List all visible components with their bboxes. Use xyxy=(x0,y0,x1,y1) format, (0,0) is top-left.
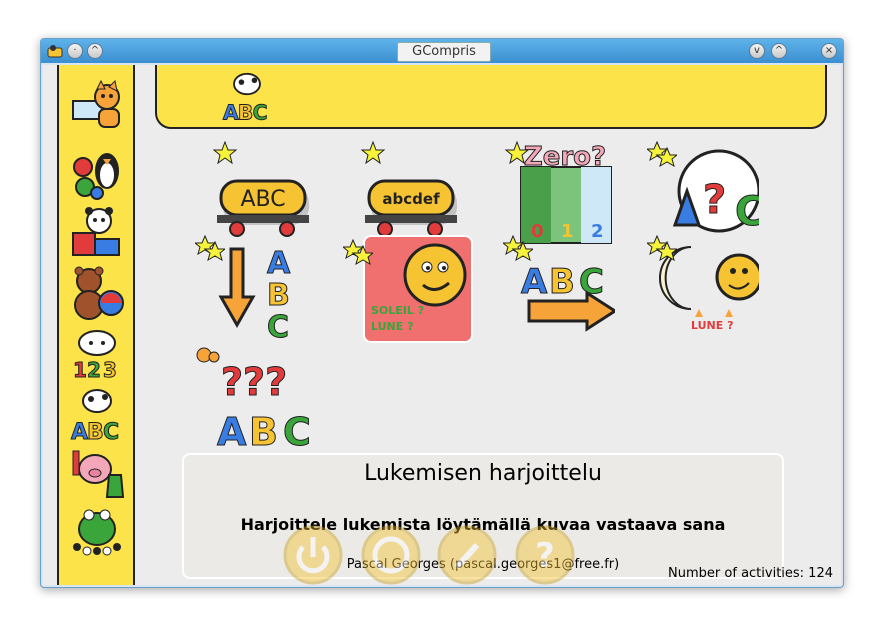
star-icon xyxy=(343,239,373,265)
zero-title-text: Zero? xyxy=(524,142,606,172)
star-icon xyxy=(503,235,533,261)
svg-text:B: B xyxy=(249,410,278,453)
panda-puzzle-icon[interactable] xyxy=(69,205,125,261)
activity-abc-wagon[interactable]: ABC xyxy=(213,141,325,249)
svg-text:A: A xyxy=(267,246,291,281)
soleil-lune-text: SOLEIL ? LUNE ? xyxy=(371,304,425,333)
frog-board-icon[interactable] xyxy=(69,503,125,559)
titlebar: · ^ GCompris v ^ × xyxy=(41,39,843,63)
svg-text:A: A xyxy=(521,262,548,302)
activity-question-abc[interactable]: ??? A B C xyxy=(195,341,311,453)
bear-ball-icon[interactable] xyxy=(69,265,125,321)
svg-text:?: ? xyxy=(535,536,555,576)
abc-wagon-text: ABC xyxy=(240,187,285,212)
gcompris-about-icon[interactable] xyxy=(361,525,421,585)
svg-text:1: 1 xyxy=(73,358,87,382)
svg-text:C: C xyxy=(267,310,289,345)
cow-abc-icon[interactable]: A B C xyxy=(69,387,125,443)
star-icon xyxy=(505,141,530,165)
category-header: A B C xyxy=(155,65,827,129)
star-icon xyxy=(195,235,225,261)
activity-soleil-lune-selected[interactable]: SOLEIL ? LUNE ? xyxy=(343,235,473,343)
star-icon xyxy=(647,141,677,167)
star-icon xyxy=(361,141,386,165)
svg-text:B: B xyxy=(267,278,290,313)
penguin-gears-icon[interactable] xyxy=(69,145,125,201)
pig-flask-icon[interactable] xyxy=(69,445,125,501)
activity-falling-letters[interactable]: A B C xyxy=(195,235,307,346)
wrench-config-icon[interactable] xyxy=(437,525,497,585)
svg-text:3: 3 xyxy=(103,358,117,382)
control-bar: ? xyxy=(283,525,613,585)
window-shade-button[interactable]: ^ xyxy=(87,43,103,59)
activity-count: Number of activities: 124 xyxy=(668,566,833,581)
gcompris-app-icon xyxy=(47,45,63,58)
star-icon xyxy=(647,235,677,261)
svg-text:A: A xyxy=(223,100,239,124)
help-question-icon[interactable]: ? xyxy=(515,525,575,585)
cow-abc-icon: A B C xyxy=(222,72,268,125)
svg-text:B: B xyxy=(87,420,104,443)
svg-text:C: C xyxy=(735,189,759,235)
activity-abcdef-wagon[interactable]: abcdef xyxy=(361,141,473,249)
abcdef-wagon-text: abcdef xyxy=(382,190,440,208)
category-sidebar: 1 2 3 A B C xyxy=(57,65,135,585)
cat-with-keyboard-icon[interactable] xyxy=(69,79,125,135)
lune-text: LUNE ? xyxy=(691,319,734,332)
activity-moon-sun[interactable]: LUNE ? xyxy=(647,235,759,343)
svg-text:C: C xyxy=(103,420,119,443)
svg-text:B: B xyxy=(238,100,254,124)
activity-title: Lukemisen harjoittelu xyxy=(364,461,602,486)
maximize-button[interactable]: ^ xyxy=(771,43,787,59)
window-menu-button[interactable]: · xyxy=(67,43,83,59)
svg-text:C: C xyxy=(253,100,268,124)
power-icon[interactable] xyxy=(283,525,343,585)
activity-zero-counting[interactable]: Zero? 0 1 2 xyxy=(505,137,617,245)
window-title: GCompris xyxy=(397,42,491,62)
svg-text:A: A xyxy=(71,420,88,443)
svg-text:2: 2 xyxy=(87,358,101,382)
close-button[interactable]: × xyxy=(821,43,837,59)
sheep-123-icon[interactable]: 1 2 3 xyxy=(69,327,125,383)
activity-abc-arrow[interactable]: A B C xyxy=(503,235,615,343)
gear-icon xyxy=(196,347,220,363)
minimize-button[interactable]: v xyxy=(749,43,765,59)
svg-text:C: C xyxy=(283,410,311,453)
activity-missing-letter[interactable]: ? C xyxy=(647,141,759,249)
svg-text:A: A xyxy=(217,410,247,453)
star-icon xyxy=(213,141,238,165)
svg-text:?: ? xyxy=(703,177,726,223)
svg-text:B: B xyxy=(549,262,575,302)
question-text: ??? xyxy=(221,360,287,404)
gcompris-window: · ^ GCompris v ^ × 1 2 3 A B C A B C ABC… xyxy=(40,38,844,588)
gcompris-content: 1 2 3 A B C A B C ABC abcdef Zero? 0 1 2… xyxy=(43,65,841,585)
